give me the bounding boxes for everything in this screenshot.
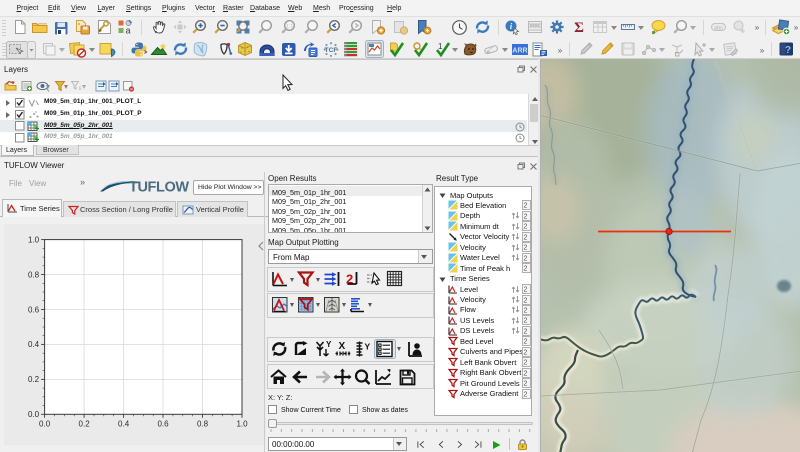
svg-text:1.0: 1.0 — [236, 419, 248, 428]
svg-text:2: 2 — [524, 349, 528, 356]
svg-text:Y: Y — [326, 340, 332, 349]
svg-text:1: 1 — [438, 42, 443, 51]
svg-text:0.0: 0.0 — [28, 410, 40, 419]
svg-text:TUFLOW: TUFLOW — [129, 180, 189, 196]
svg-text:0.8: 0.8 — [28, 270, 40, 279]
svg-text:2: 2 — [524, 266, 528, 273]
svg-text:2: 2 — [524, 381, 528, 388]
svg-text:1:1: 1:1 — [286, 24, 294, 30]
svg-text:2: 2 — [524, 203, 528, 210]
svg-text:2: 2 — [524, 339, 528, 346]
svg-text:2: 2 — [524, 255, 528, 262]
svg-text:2: 2 — [524, 297, 528, 304]
svg-text:ARR: ARR — [512, 48, 527, 55]
svg-text:»: » — [755, 23, 760, 32]
svg-text:2: 2 — [524, 245, 528, 252]
svg-text:0.8: 0.8 — [197, 419, 209, 428]
svg-text:»: » — [760, 46, 765, 55]
svg-text:Σ: Σ — [574, 20, 584, 35]
svg-text:0.4: 0.4 — [28, 340, 40, 349]
svg-text:2: 2 — [524, 224, 528, 231]
svg-text:a: a — [125, 26, 130, 36]
svg-text:2: 2 — [524, 391, 528, 398]
svg-text:2: 2 — [524, 370, 528, 377]
svg-text:2: 2 — [524, 360, 528, 367]
svg-text:0.2: 0.2 — [79, 419, 91, 428]
svg-text:2: 2 — [524, 234, 528, 241]
svg-text:Y: Y — [365, 342, 371, 352]
svg-text:2: 2 — [524, 307, 528, 314]
svg-text:0.6: 0.6 — [28, 305, 40, 314]
svg-text:abc: abc — [714, 26, 723, 32]
svg-text:»: » — [794, 23, 799, 32]
svg-text:0.4: 0.4 — [118, 419, 130, 428]
svg-text:»: » — [558, 46, 563, 55]
svg-text:2: 2 — [524, 213, 528, 220]
svg-text:2: 2 — [524, 287, 528, 294]
svg-text:?: ? — [785, 45, 791, 56]
svg-text:0.0: 0.0 — [39, 419, 51, 428]
svg-text:2: 2 — [524, 318, 528, 325]
svg-text:X: X — [339, 341, 346, 352]
svg-text:1.0: 1.0 — [28, 235, 40, 244]
svg-text:0.2: 0.2 — [28, 375, 40, 384]
svg-text:0.6: 0.6 — [157, 419, 169, 428]
svg-text:2: 2 — [524, 328, 528, 335]
